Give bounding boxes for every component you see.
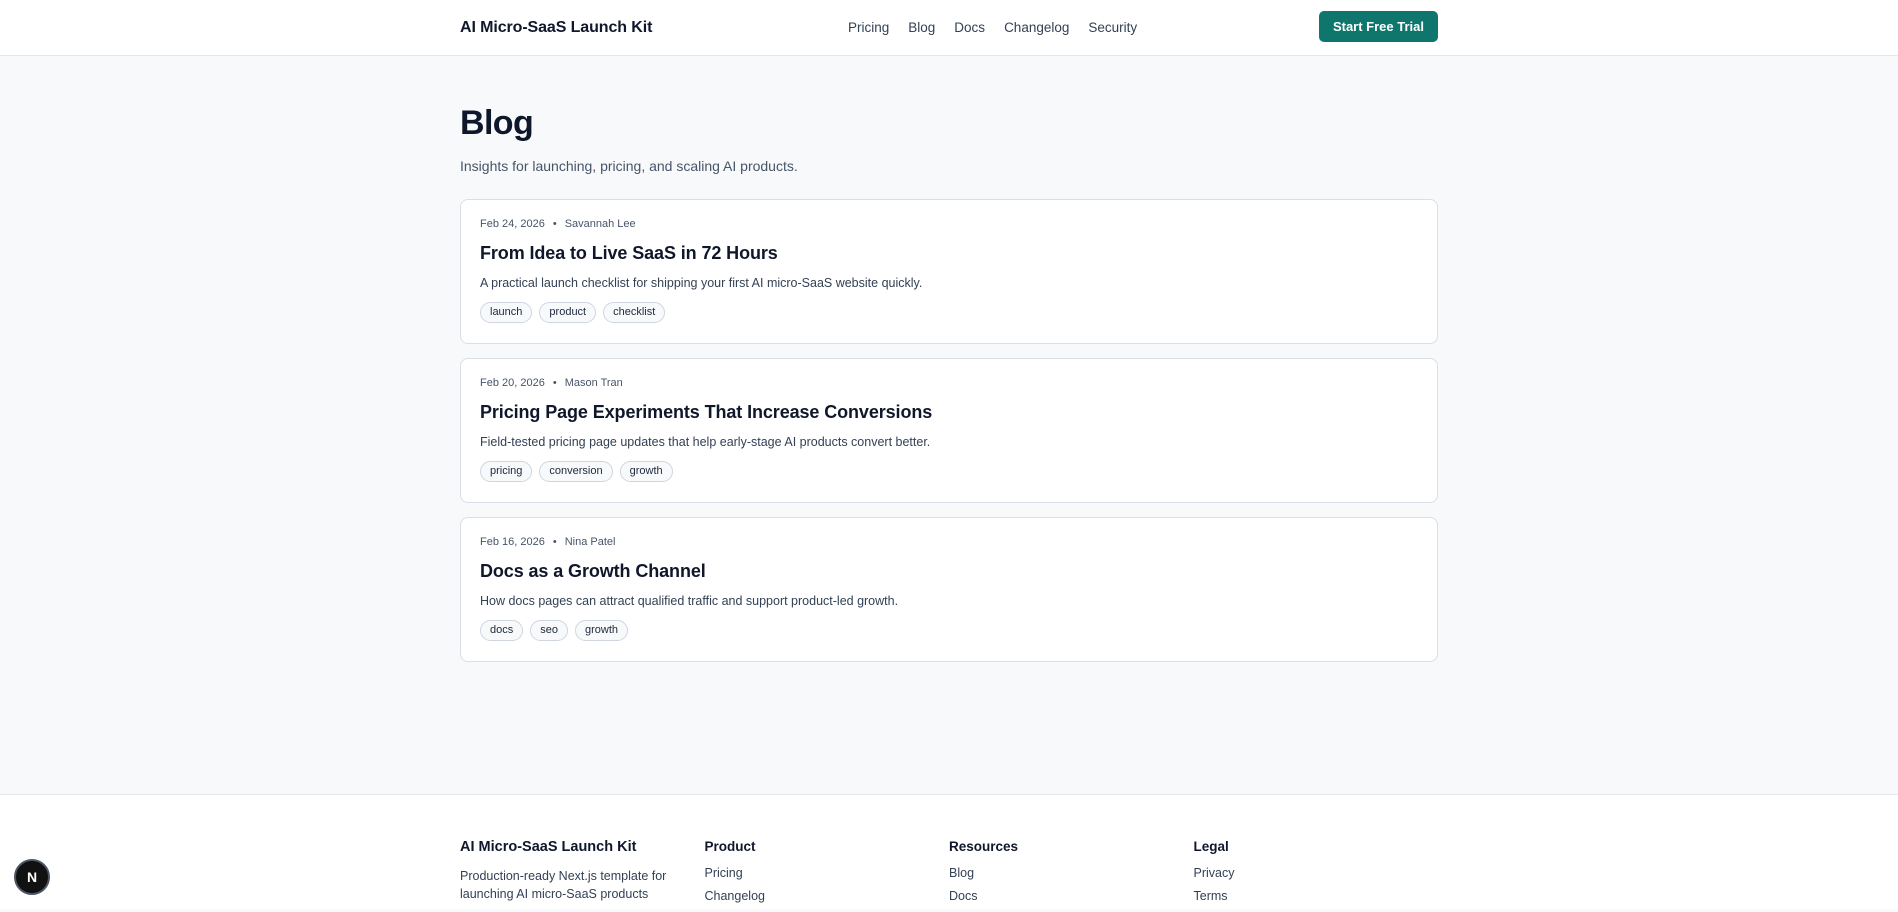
- post-tags: pricing conversion growth: [480, 461, 1418, 482]
- post-author: Nina Patel: [564, 536, 616, 548]
- tag-chip[interactable]: product: [539, 302, 597, 323]
- footer-brand: AI Micro-SaaS Launch Kit: [460, 839, 637, 855]
- post-card[interactable]: Feb 16, 2026 • Nina Patel Docs as a Grow…: [460, 517, 1438, 662]
- footer-description: Production-ready Next.js template for la…: [460, 869, 667, 901]
- dev-badge-letter: N: [26, 869, 38, 885]
- post-excerpt: How docs pages can attract qualified tra…: [480, 594, 899, 608]
- nav-link-docs[interactable]: Docs: [954, 20, 985, 35]
- post-card[interactable]: Feb 24, 2026 • Savannah Lee From Idea to…: [460, 199, 1438, 344]
- tag-chip[interactable]: checklist: [603, 302, 666, 323]
- post-meta: Feb 16, 2026 • Nina Patel: [480, 536, 1418, 548]
- tag-chip[interactable]: pricing: [480, 461, 533, 482]
- post-date: Feb 24, 2026: [480, 218, 545, 230]
- site-header: AI Micro-SaaS Launch Kit Pricing Blog Do…: [0, 0, 1898, 56]
- post-tags: docs seo growth: [480, 620, 1418, 641]
- post-date: Feb 16, 2026: [480, 536, 545, 548]
- footer-heading: Legal: [1193, 839, 1229, 854]
- post-date: Feb 20, 2026: [480, 377, 545, 389]
- post-title[interactable]: From Idea to Live SaaS in 72 Hours: [480, 243, 1418, 264]
- main-nav: Pricing Blog Docs Changelog Security: [848, 0, 1156, 55]
- site-footer: AI Micro-SaaS Launch Kit Production-read…: [0, 794, 1898, 909]
- footer-link-privacy[interactable]: Privacy: [1194, 866, 1439, 880]
- footer-column-resources: Resources Blog Docs: [949, 839, 1194, 912]
- footer-link-changelog[interactable]: Changelog: [705, 889, 950, 903]
- post-meta: Feb 20, 2026 • Mason Tran: [480, 377, 1418, 389]
- footer-brand-column: AI Micro-SaaS Launch Kit Production-read…: [460, 839, 705, 912]
- post-tags: launch product checklist: [480, 302, 1418, 323]
- footer-link-terms[interactable]: Terms: [1194, 889, 1439, 903]
- tag-chip[interactable]: seo: [530, 620, 568, 641]
- footer-link-pricing[interactable]: Pricing: [705, 866, 950, 880]
- post-excerpt: Field-tested pricing page updates that h…: [480, 435, 931, 449]
- nav-link-pricing[interactable]: Pricing: [848, 20, 889, 35]
- post-author: Mason Tran: [564, 377, 623, 389]
- meta-separator: •: [552, 377, 557, 389]
- page-subtitle: Insights for launching, pricing, and sca…: [460, 158, 798, 174]
- tag-chip[interactable]: growth: [619, 461, 673, 482]
- footer-heading: Product: [704, 839, 756, 854]
- post-meta: Feb 24, 2026 • Savannah Lee: [480, 218, 1418, 230]
- start-free-trial-button[interactable]: Start Free Trial: [1318, 11, 1438, 42]
- meta-separator: •: [552, 218, 557, 230]
- nextjs-logo-icon[interactable]: N: [14, 859, 50, 895]
- main-content: Blog Insights for launching, pricing, an…: [0, 56, 1898, 850]
- page-title: Blog: [460, 104, 534, 142]
- footer-link-blog[interactable]: Blog: [949, 866, 1194, 880]
- tag-chip[interactable]: growth: [575, 620, 629, 641]
- nav-link-blog[interactable]: Blog: [908, 20, 935, 35]
- tag-chip[interactable]: docs: [480, 620, 524, 641]
- tag-chip[interactable]: conversion: [539, 461, 613, 482]
- post-title[interactable]: Pricing Page Experiments That Increase C…: [480, 402, 1418, 423]
- footer-column-product: Product Pricing Changelog: [705, 839, 950, 912]
- post-author: Savannah Lee: [564, 218, 636, 230]
- brand-logo[interactable]: AI Micro-SaaS Launch Kit: [460, 19, 652, 37]
- post-excerpt: A practical launch checklist for shippin…: [480, 276, 923, 290]
- meta-separator: •: [552, 536, 557, 548]
- post-title[interactable]: Docs as a Growth Channel: [480, 561, 1418, 582]
- post-card[interactable]: Feb 20, 2026 • Mason Tran Pricing Page E…: [460, 358, 1438, 503]
- nav-link-security[interactable]: Security: [1088, 20, 1137, 35]
- tag-chip[interactable]: launch: [480, 302, 533, 323]
- footer-link-docs[interactable]: Docs: [949, 889, 1194, 903]
- nav-link-changelog[interactable]: Changelog: [1004, 20, 1069, 35]
- footer-heading: Resources: [949, 839, 1019, 854]
- footer-column-legal: Legal Privacy Terms: [1194, 839, 1439, 912]
- post-list: Feb 24, 2026 • Savannah Lee From Idea to…: [460, 199, 1438, 662]
